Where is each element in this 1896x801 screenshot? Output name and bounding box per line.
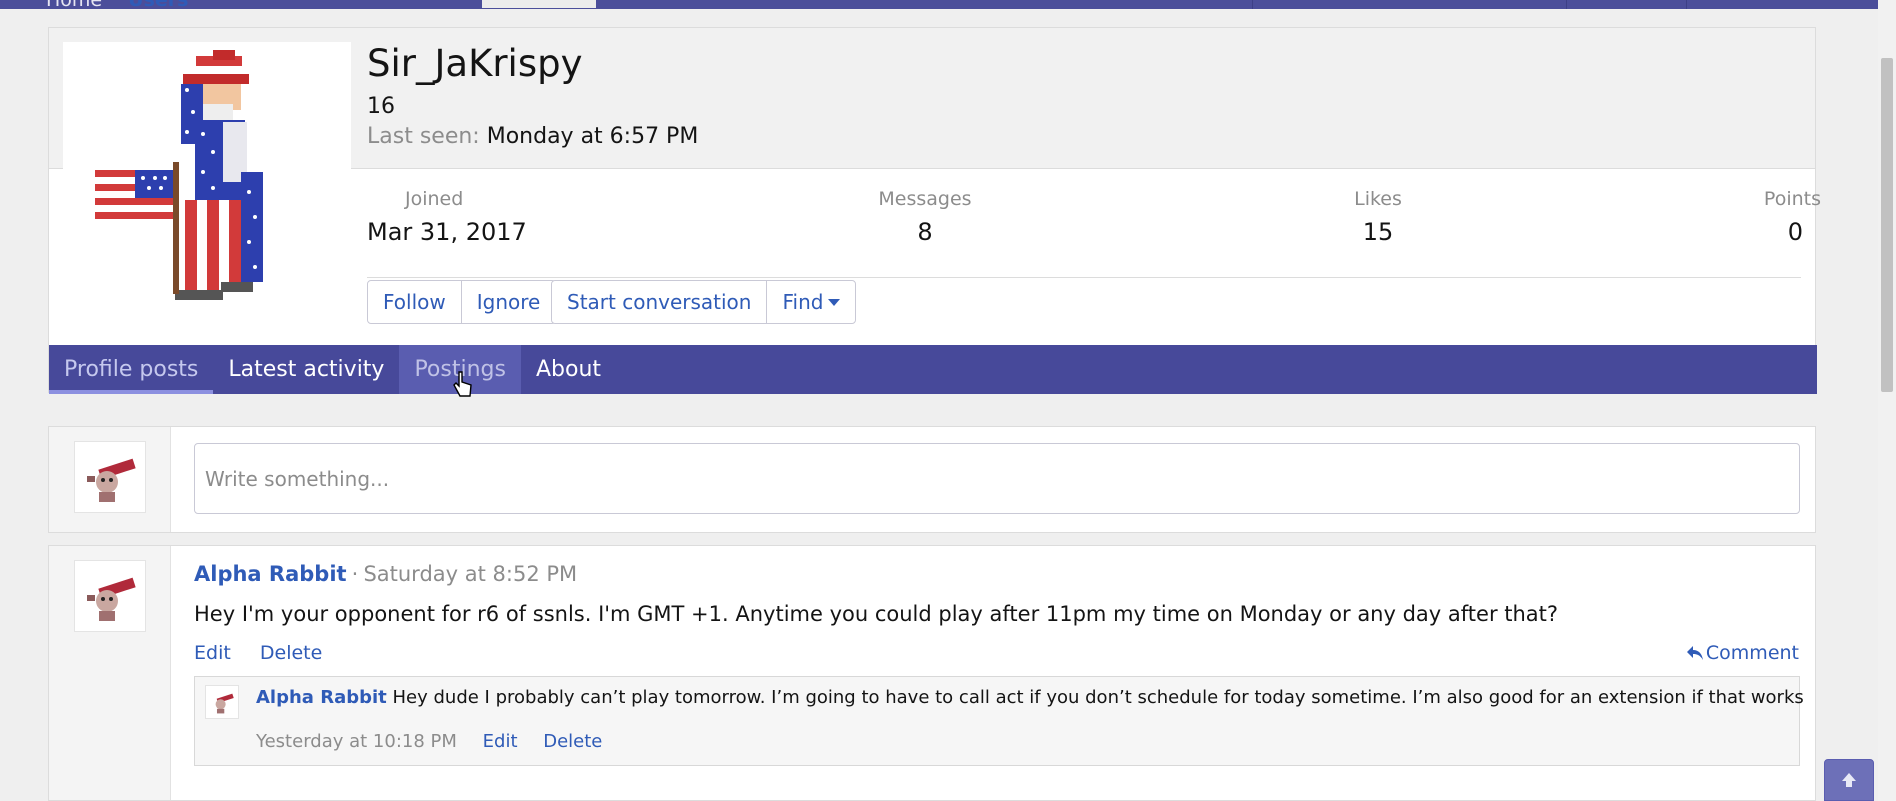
comment-content: Alpha Rabbit Hey dude I probably can’t p… xyxy=(256,687,1804,708)
arrow-up-icon xyxy=(1842,773,1856,787)
stat-messages[interactable]: Messages 8 xyxy=(875,188,975,246)
comment-body: Hey dude I probably can’t play tomorrow.… xyxy=(392,687,1804,708)
rabbit-avatar-icon xyxy=(215,693,234,714)
last-seen-label: Last seen: xyxy=(367,124,480,149)
conversation-find-group: Start conversation Find xyxy=(551,280,857,324)
profile-post-composer xyxy=(48,426,1816,533)
tab-about[interactable]: About xyxy=(521,345,616,394)
profile-user-title: 16 xyxy=(367,94,395,119)
profile-last-seen: Last seen: Monday at 6:57 PM xyxy=(367,124,698,149)
comment-link[interactable]: Comment xyxy=(1706,642,1799,664)
stat-value: 0 xyxy=(1787,218,1803,246)
comment-delete-link[interactable]: Delete xyxy=(543,731,602,752)
top-nav-divider xyxy=(1252,0,1253,9)
post-timestamp[interactable]: Saturday at 8:52 PM xyxy=(363,562,577,586)
stat-label: Likes xyxy=(1354,188,1402,210)
breadcrumb: Home Users xyxy=(46,0,188,11)
viewer-avatar[interactable] xyxy=(74,441,146,513)
follow-button[interactable]: Follow xyxy=(368,281,462,323)
profile-tabs: Profile posts Latest activity Postings A… xyxy=(49,345,1817,394)
profile-avatar[interactable] xyxy=(63,42,351,330)
stat-label: Messages xyxy=(878,188,972,210)
post-comment: Alpha Rabbit Hey dude I probably can’t p… xyxy=(194,676,1804,766)
breadcrumb-users[interactable]: Users xyxy=(128,0,188,11)
rabbit-avatar-icon xyxy=(87,577,136,621)
comment-author-link[interactable]: Alpha Rabbit xyxy=(256,687,387,708)
follow-ignore-group: Follow Ignore xyxy=(367,280,557,324)
rabbit-avatar-icon xyxy=(87,458,136,502)
page-scrollbar[interactable] xyxy=(1878,0,1896,801)
comment-timestamp[interactable]: Yesterday at 10:18 PM xyxy=(256,731,457,752)
top-nav-divider xyxy=(1566,0,1567,9)
top-nav-active-tab[interactable] xyxy=(482,0,596,8)
uncle-sam-avatar-icon xyxy=(95,50,263,300)
stat-likes[interactable]: Likes 15 xyxy=(1338,188,1418,246)
stat-label: Joined xyxy=(405,188,464,210)
reply-icon xyxy=(1686,646,1703,660)
stat-joined: Joined Mar 31, 2017 xyxy=(367,188,527,246)
tab-profile-posts[interactable]: Profile posts xyxy=(49,345,214,394)
post-edit-link[interactable]: Edit xyxy=(194,642,231,664)
profile-username: Sir_JaKrispy xyxy=(367,42,583,85)
post-delete-link[interactable]: Delete xyxy=(260,642,322,664)
post-comment-action[interactable]: Comment xyxy=(1686,642,1799,664)
comment-edit-link[interactable]: Edit xyxy=(483,731,518,752)
post-actions: Edit Delete xyxy=(194,642,322,664)
post-header: Alpha Rabbit · Saturday at 8:52 PM xyxy=(194,562,577,586)
comment-footer: Yesterday at 10:18 PM Edit Delete xyxy=(256,731,602,752)
post-author-link[interactable]: Alpha Rabbit xyxy=(194,562,347,586)
stat-label: Points xyxy=(1763,188,1821,210)
stat-value: 8 xyxy=(917,218,933,246)
last-seen-value: Monday at 6:57 PM xyxy=(486,124,699,149)
stat-value: Mar 31, 2017 xyxy=(367,218,527,246)
top-nav-divider xyxy=(1686,0,1687,9)
post-body: Hey I'm your opponent for r6 of ssnls. I… xyxy=(194,602,1559,626)
start-conversation-button[interactable]: Start conversation xyxy=(552,281,768,323)
chevron-down-icon xyxy=(828,298,841,306)
scrollbar-thumb[interactable] xyxy=(1881,58,1893,392)
write-something-input[interactable] xyxy=(194,443,1800,514)
breadcrumb-home[interactable]: Home xyxy=(46,0,102,11)
find-menu-button[interactable]: Find xyxy=(767,281,856,323)
comment-author-avatar[interactable] xyxy=(205,685,239,719)
profile-post: Alpha Rabbit · Saturday at 8:52 PM Hey I… xyxy=(48,545,1816,801)
mouse-pointer-icon xyxy=(452,370,474,404)
tab-latest-activity[interactable]: Latest activity xyxy=(213,345,399,394)
stat-points[interactable]: Points 0 xyxy=(1747,188,1821,246)
find-label: Find xyxy=(782,290,824,314)
ignore-button[interactable]: Ignore xyxy=(461,281,556,323)
scroll-to-top-button[interactable] xyxy=(1824,759,1874,801)
profile-card: Sir_JaKrispy 16 Last seen: Monday at 6:5… xyxy=(48,27,1821,394)
post-author-avatar[interactable] xyxy=(74,560,146,632)
top-nav-bar xyxy=(0,0,1878,9)
stat-value: 15 xyxy=(1362,218,1394,246)
meta-separator: · xyxy=(351,562,359,586)
profile-stats: Joined Mar 31, 2017 Messages 8 Likes 15 … xyxy=(367,188,1821,278)
